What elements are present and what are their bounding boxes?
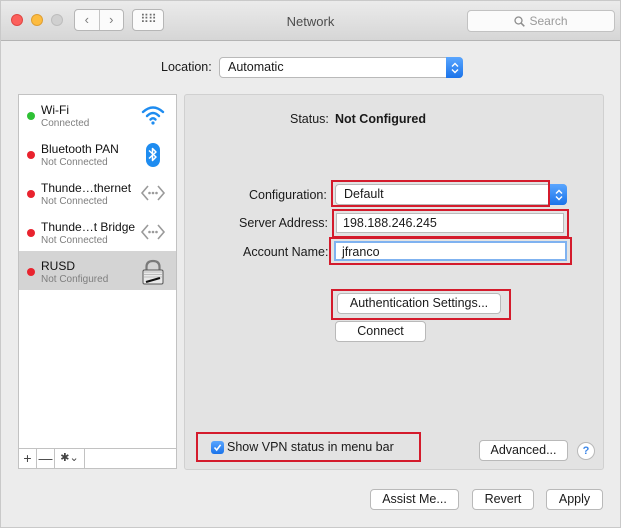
service-status: Not Connected bbox=[41, 157, 108, 168]
highlight-box-account-name bbox=[329, 237, 572, 265]
service-name: Wi-Fi bbox=[41, 103, 69, 117]
action-menu-button[interactable]: ✱⌄ bbox=[55, 449, 85, 468]
service-item-thunderbolt-ethernet[interactable]: Thunde…thernet Not Connected bbox=[19, 173, 176, 212]
revert-button[interactable]: Revert bbox=[472, 489, 534, 510]
location-label: Location: bbox=[161, 60, 212, 74]
status-value: Not Configured bbox=[335, 112, 426, 126]
service-name: RUSD bbox=[41, 259, 76, 273]
sidebar-toolbar: + — ✱⌄ bbox=[18, 449, 177, 469]
service-name: Thunde…t Bridge bbox=[41, 220, 136, 234]
highlight-box-vpn-status bbox=[196, 432, 421, 462]
thunderbolt-bridge-icon bbox=[140, 220, 166, 244]
service-status: Connected bbox=[41, 118, 90, 129]
service-list: Wi-Fi Connected Bluetooth PAN Not Connec… bbox=[18, 94, 177, 449]
status-dot bbox=[27, 268, 35, 276]
status-dot bbox=[27, 190, 35, 198]
highlight-box-configuration bbox=[331, 180, 550, 207]
status-dot bbox=[27, 112, 35, 120]
bluetooth-icon bbox=[140, 142, 166, 167]
connect-button[interactable]: Connect bbox=[335, 321, 426, 342]
location-value: Automatic bbox=[228, 60, 284, 74]
title-bar: ‹ › ⠿⠿ Network Search bbox=[1, 1, 620, 41]
remove-service-button[interactable]: — bbox=[37, 449, 55, 468]
gear-icon: ✱⌄ bbox=[60, 452, 79, 464]
help-button[interactable]: ? bbox=[577, 442, 595, 460]
service-status: Not Connected bbox=[41, 235, 108, 246]
advanced-button[interactable]: Advanced... bbox=[479, 440, 568, 461]
search-placeholder: Search bbox=[529, 14, 568, 28]
highlight-box-server-address bbox=[332, 209, 569, 238]
account-name-label: Account Name: bbox=[243, 245, 329, 259]
service-item-rusd[interactable]: RUSD Not Configured bbox=[19, 251, 176, 290]
service-item-bluetooth-pan[interactable]: Bluetooth PAN Not Connected bbox=[19, 134, 176, 173]
highlight-box-authentication bbox=[331, 289, 511, 320]
search-field[interactable]: Search bbox=[467, 10, 615, 32]
service-status: Not Connected bbox=[41, 196, 108, 207]
configuration-label: Configuration: bbox=[249, 188, 327, 202]
status-label: Status: bbox=[290, 112, 329, 126]
updown-chevron-icon bbox=[446, 57, 463, 78]
network-window: ‹ › ⠿⠿ Network Search Location: Automati… bbox=[0, 0, 621, 528]
service-item-wifi[interactable]: Wi-Fi Connected bbox=[19, 95, 176, 134]
vpn-lock-icon bbox=[140, 259, 166, 285]
updown-chevron-icon bbox=[550, 184, 567, 205]
status-dot bbox=[27, 151, 35, 159]
service-name: Bluetooth PAN bbox=[41, 142, 119, 156]
add-service-button[interactable]: + bbox=[19, 449, 37, 468]
service-item-thunderbolt-bridge[interactable]: Thunde…t Bridge Not Connected bbox=[19, 212, 176, 251]
service-status: Not Configured bbox=[41, 274, 109, 285]
thunderbolt-ethernet-icon bbox=[140, 181, 166, 205]
apply-button[interactable]: Apply bbox=[546, 489, 603, 510]
detail-panel bbox=[184, 94, 604, 470]
search-icon bbox=[514, 15, 526, 27]
assist-me-button[interactable]: Assist Me... bbox=[370, 489, 459, 510]
server-address-label: Server Address: bbox=[239, 216, 328, 230]
location-popup[interactable]: Automatic bbox=[219, 57, 463, 78]
status-dot bbox=[27, 229, 35, 237]
wifi-icon bbox=[140, 103, 166, 127]
service-name: Thunde…thernet bbox=[41, 181, 132, 195]
